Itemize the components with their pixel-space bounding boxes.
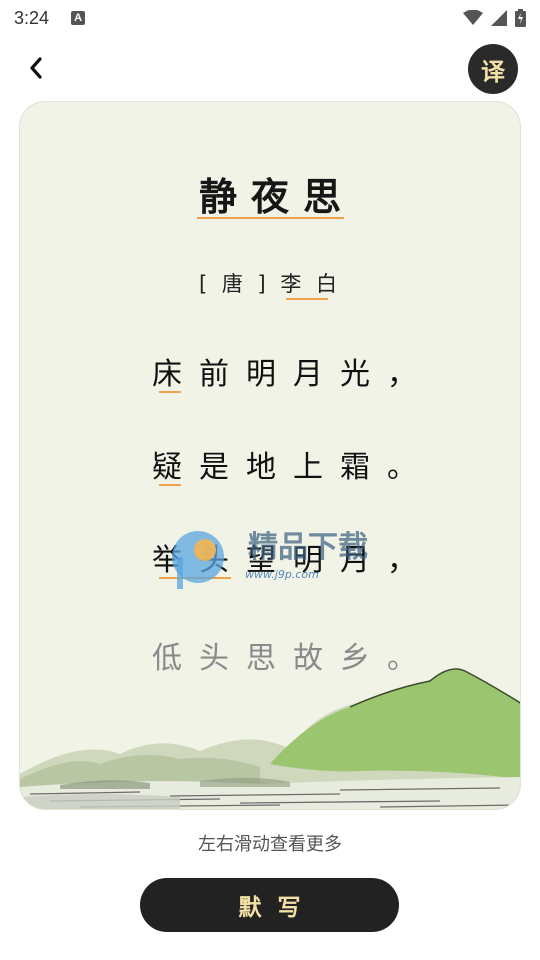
char-underline [159,484,181,486]
notification-icon: A [71,11,86,25]
char-underline [159,577,231,579]
poem-title: 静夜思 [198,175,355,219]
chevron-left-icon [30,57,42,79]
wifi-icon [463,10,483,25]
status-bar: 3:24 A [0,0,540,36]
status-left: 3:24 A [14,7,86,29]
author-underline [286,298,328,300]
translate-button[interactable]: 译 [468,44,518,94]
dictation-button[interactable]: 默写 [140,878,399,932]
char-underline [159,391,181,393]
verse-line-3: 举头望明月， [152,543,434,578]
landscape-illustration [20,668,520,809]
swipe-hint: 左右滑动查看更多 [198,834,342,855]
verse-line-2: 疑是地上霜。 [152,450,434,485]
title-underline [197,217,344,219]
poem-card[interactable]: 静夜思 [ 唐 ] 李 白 床前明月光， 疑是地上霜。 举头望明月， 低头思故乡… [19,101,521,810]
status-icons [463,9,526,27]
poem-author: [ 唐 ] 李 白 [198,272,342,296]
verse-line-1: 床前明月光， [152,357,434,392]
status-time: 3:24 [14,7,50,28]
back-button[interactable] [22,54,50,82]
cellular-signal-icon [491,10,507,26]
battery-icon [515,9,526,27]
